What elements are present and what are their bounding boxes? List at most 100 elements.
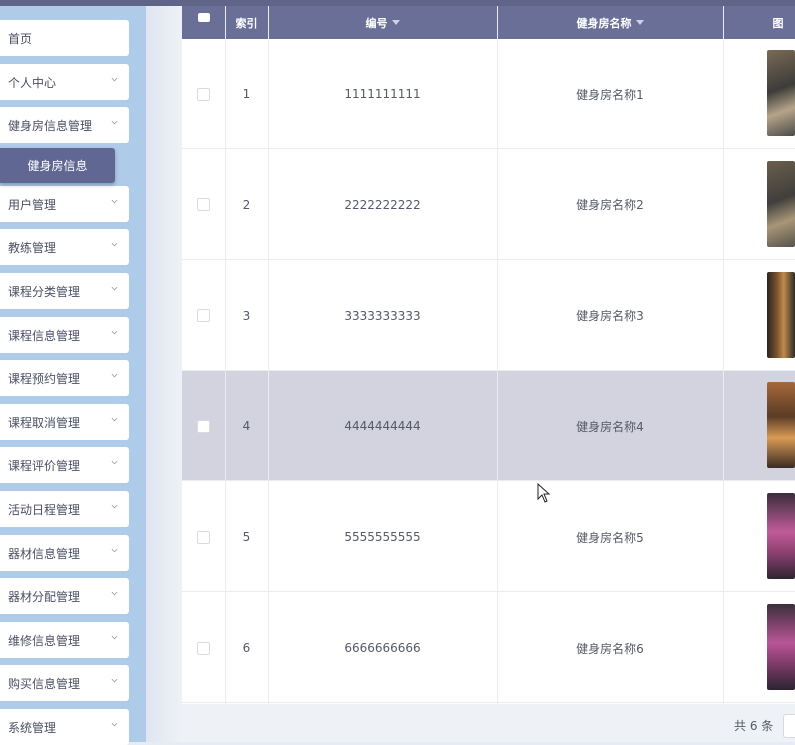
header-image-label: 图 (772, 16, 784, 30)
row-checkbox[interactable] (197, 530, 210, 544)
header-index: 索引 (225, 6, 268, 39)
table-row[interactable]: 6 6666666666 健身房名称6 (182, 593, 795, 703)
sort-caret-icon[interactable] (391, 20, 400, 25)
cell-name: 健身房名称6 (576, 641, 644, 656)
table-row[interactable]: 2 2222222222 健身房名称2 (182, 149, 795, 260)
cell-index: 1 (242, 87, 251, 101)
sidebar-item-0[interactable]: 首页 (0, 20, 129, 56)
sidebar-item-1[interactable]: 个人中心 (0, 64, 129, 100)
cell-number: 6666666666 (344, 641, 421, 655)
chevron-down-icon (111, 591, 118, 596)
cell-number: 1111111111 (344, 87, 421, 101)
page-size-select[interactable] (783, 714, 795, 738)
table-header: 索引 编号 健身房名称 图 (182, 6, 795, 39)
cell-select (182, 150, 225, 260)
cell-index: 5 (242, 530, 251, 545)
sidebar-item-15[interactable]: 系统管理 (0, 709, 129, 745)
sidebar-item-14[interactable]: 购买信息管理 (0, 665, 129, 701)
sidebar-item-label: 教练管理 (8, 240, 57, 255)
row-checkbox[interactable] (197, 87, 210, 101)
cell-name: 健身房名称5 (576, 530, 644, 545)
column-divider (497, 6, 498, 704)
sidebar-item-4[interactable]: 教练管理 (0, 229, 129, 265)
header-number[interactable]: 编号 (268, 6, 497, 39)
header-name-label: 健身房名称 (576, 16, 632, 30)
sidebar-item-13[interactable]: 维修信息管理 (0, 622, 129, 658)
sidebar-item-label: 活动日程管理 (8, 502, 81, 517)
sidebar-item-7[interactable]: 课程预约管理 (0, 360, 129, 396)
column-divider (723, 6, 724, 704)
cell-name: 健身房名称1 (576, 87, 644, 102)
table-row[interactable]: 4 4444444444 健身房名称4 (182, 371, 795, 482)
sidebar-item-label: 器材分配管理 (8, 589, 81, 604)
row-checkbox[interactable] (197, 198, 210, 212)
total-count: 共 6 条 (734, 719, 774, 733)
sidebar-item-label: 课程分类管理 (8, 284, 81, 299)
cell-number: 4444444444 (344, 419, 421, 434)
cell-select (182, 261, 225, 371)
sidebar: 首页 个人中心 健身房信息管理 用户管理 教练管理 课程分类管理 课程信息管理 课程预约管理课… (0, 6, 146, 745)
cell-index: 6 (242, 641, 251, 655)
chevron-down-icon (111, 120, 118, 125)
header-image: 图 (723, 6, 795, 39)
chevron-down-icon (111, 77, 118, 82)
sidebar-item-2[interactable]: 健身房信息管理 (0, 107, 129, 143)
header-select-all[interactable] (182, 6, 225, 39)
sidebar-item-8[interactable]: 课程取消管理 (0, 404, 129, 440)
gym-photo-thumbnail[interactable] (767, 271, 795, 358)
sidebar-item-3[interactable]: 用户管理 (0, 186, 129, 222)
select-all-checkbox[interactable] (198, 13, 210, 22)
data-table: 索引 编号 健身房名称 图 1 1111111111 健身房名称1 2 22222222… (182, 6, 795, 704)
gym-photo-thumbnail[interactable] (767, 493, 795, 580)
chevron-down-icon (111, 417, 118, 422)
sidebar-item-label: 个人中心 (8, 75, 57, 90)
sidebar-item-label: 购买信息管理 (8, 676, 81, 691)
sort-caret-icon[interactable] (635, 20, 644, 25)
header-index-label: 索引 (235, 16, 258, 30)
cell-select (182, 593, 225, 703)
chevron-down-icon (111, 722, 118, 727)
row-checkbox[interactable] (197, 641, 210, 655)
header-number-label: 编号 (365, 16, 388, 30)
table-row[interactable]: 1 1111111111 健身房名称1 (182, 39, 795, 149)
cell-number: 2222222222 (344, 197, 421, 212)
sidebar-item-6[interactable]: 课程信息管理 (0, 317, 129, 353)
row-checkbox[interactable] (197, 419, 210, 433)
gym-photo-thumbnail[interactable] (767, 160, 795, 247)
table-row[interactable]: 3 3333333333 健身房名称3 (182, 260, 795, 371)
sidebar-item-9[interactable]: 课程评价管理 (0, 447, 129, 483)
chevron-down-icon (111, 548, 118, 553)
cell-name: 健身房名称3 (576, 309, 644, 324)
cell-number: 3333333333 (344, 308, 421, 323)
gym-photo-thumbnail[interactable] (767, 604, 795, 690)
content-gutter (146, 6, 182, 742)
sidebar-item-5[interactable]: 课程分类管理 (0, 273, 129, 309)
sidebar-item-label: 课程取消管理 (8, 415, 81, 430)
cell-select (182, 371, 225, 481)
chevron-down-icon (111, 199, 118, 204)
mouse-cursor-icon (537, 483, 551, 503)
cell-name: 健身房名称2 (576, 198, 644, 213)
gym-photo-thumbnail[interactable] (767, 50, 795, 136)
cell-index: 2 (242, 197, 251, 212)
gym-photo-thumbnail[interactable] (767, 382, 795, 469)
table-row[interactable]: 5 5555555555 健身房名称5 (182, 482, 795, 593)
column-divider (225, 6, 226, 704)
row-checkbox[interactable] (197, 309, 210, 323)
sidebar-item-label: 用户管理 (8, 197, 57, 212)
sidebar-item-label: 课程预约管理 (8, 371, 81, 386)
chevron-down-icon (111, 460, 118, 465)
chevron-down-icon (111, 635, 118, 640)
cell-index: 4 (242, 419, 251, 434)
sidebar-item-label: 课程信息管理 (8, 328, 81, 343)
header-name[interactable]: 健身房名称 (497, 6, 723, 39)
cell-select (182, 482, 225, 592)
chevron-down-icon (111, 242, 118, 247)
chevron-down-icon (111, 330, 118, 335)
chevron-down-icon (111, 678, 118, 683)
sidebar-subitem-active[interactable]: 健身房信息 (0, 148, 115, 183)
sidebar-item-11[interactable]: 器材信息管理 (0, 535, 129, 571)
sidebar-item-12[interactable]: 器材分配管理 (0, 578, 129, 614)
chevron-down-icon (111, 286, 118, 291)
sidebar-item-10[interactable]: 活动日程管理 (0, 491, 129, 527)
